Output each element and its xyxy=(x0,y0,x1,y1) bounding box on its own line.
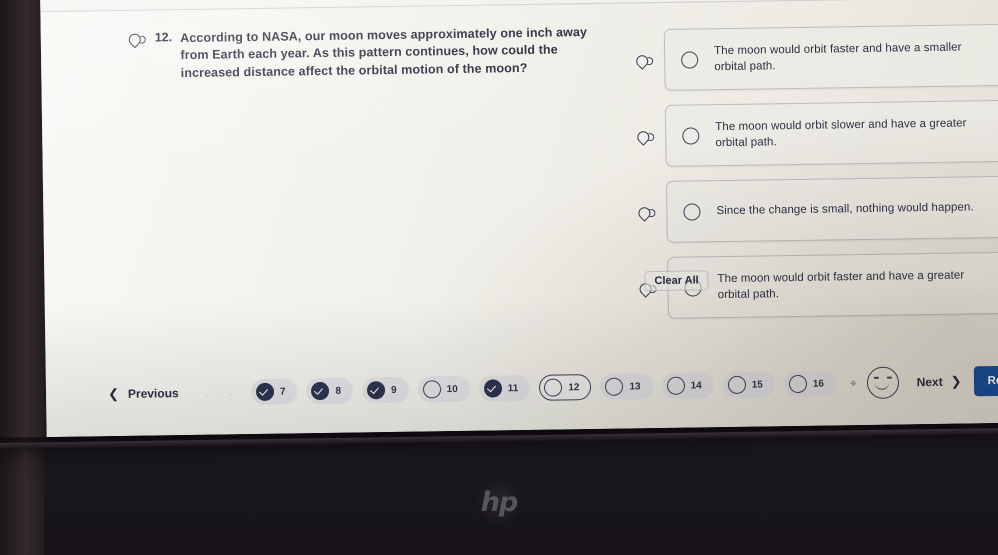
option-row: The moon would orbit faster and have a s… xyxy=(636,23,998,91)
page-label: 14 xyxy=(690,379,702,392)
pagination-ellipsis: . . . xyxy=(204,386,236,399)
page-label: 10 xyxy=(446,383,458,395)
page-item-10[interactable]: 10 xyxy=(417,375,470,403)
laptop-photo: Add note Question Guide Exit Te 12. Acco… xyxy=(0,0,998,555)
page-item-12[interactable]: 12 xyxy=(539,374,592,401)
radio-button[interactable] xyxy=(681,50,699,69)
pagination: 7 8 9 10 11 12 13 14 15 16 xyxy=(250,370,837,406)
answer-option-label: The moon would orbit slower and have a g… xyxy=(715,117,967,150)
page-status-icon xyxy=(788,374,807,394)
review-and-submit-button[interactable]: Review & S xyxy=(973,365,998,397)
page-status-icon xyxy=(727,375,746,395)
page-status-icon xyxy=(311,381,330,401)
page-label: 9 xyxy=(390,384,397,396)
text-cursor-icon[interactable]: ⌖ xyxy=(850,376,857,391)
smiley-icon[interactable] xyxy=(866,366,899,399)
answer-option-label: The moon would orbit faster and have a g… xyxy=(717,269,965,302)
next-label: Next xyxy=(916,374,943,390)
question-navigation-bar: ❮ Previous . . . 7 8 9 10 11 12 13 14 15… xyxy=(46,351,998,426)
answer-option-1[interactable]: The moon would orbit faster and have a s… xyxy=(663,23,998,91)
laptop-screen-wrap: Add note Question Guide Exit Te 12. Acco… xyxy=(0,0,998,438)
clear-all-button[interactable]: Clear All xyxy=(644,270,709,292)
page-status-icon xyxy=(666,376,685,395)
answer-option-3[interactable]: Since the change is small, nothing would… xyxy=(665,175,998,243)
page-item-14[interactable]: 14 xyxy=(661,372,714,399)
page-status-icon xyxy=(366,381,386,400)
page-item-13[interactable]: 13 xyxy=(600,373,653,400)
smiley-eye-left xyxy=(873,376,879,379)
page-label: 11 xyxy=(507,382,519,394)
page-label: 16 xyxy=(812,378,824,390)
page-status-icon xyxy=(422,380,441,399)
next-button[interactable]: Next ❯ xyxy=(917,374,962,391)
radio-button[interactable] xyxy=(682,126,700,145)
page-item-16[interactable]: 16 xyxy=(783,370,837,398)
option-row: The moon would orbit slower and have a g… xyxy=(637,99,998,167)
page-label: 13 xyxy=(629,380,641,392)
page-item-8[interactable]: 8 xyxy=(306,377,354,405)
read-aloud-icon[interactable] xyxy=(637,130,655,144)
question-text: According to NASA, our moon moves approx… xyxy=(180,25,588,80)
read-aloud-icon[interactable] xyxy=(129,33,147,47)
question-block: 12. According to NASA, our moon moves ap… xyxy=(129,24,600,83)
page-item-11[interactable]: 11 xyxy=(478,374,531,402)
page-label: 7 xyxy=(279,386,286,398)
question-content: 12. According to NASA, our moon moves ap… xyxy=(40,0,998,359)
page-label: 12 xyxy=(568,381,580,393)
page-status-icon xyxy=(544,378,563,397)
smiley-mouth xyxy=(874,380,889,390)
read-aloud-icon[interactable] xyxy=(638,206,656,220)
page-status-icon xyxy=(483,379,502,398)
previous-label: Previous xyxy=(127,386,179,401)
question-number: 12. xyxy=(154,30,173,45)
page-item-9[interactable]: 9 xyxy=(361,376,409,404)
page-label: 8 xyxy=(335,385,342,397)
page-item-15[interactable]: 15 xyxy=(722,371,775,399)
answer-option-label: The moon would orbit faster and have a s… xyxy=(713,41,962,74)
chevron-right-icon: ❯ xyxy=(950,373,962,389)
chevron-left-icon: ❮ xyxy=(107,386,120,402)
page-status-icon xyxy=(605,377,624,396)
option-row: Since the change is small, nothing would… xyxy=(638,175,998,243)
page-label: 15 xyxy=(751,378,763,391)
page-status-icon xyxy=(255,382,275,402)
radio-button[interactable] xyxy=(683,202,701,221)
laptop-screen: Add note Question Guide Exit Te 12. Acco… xyxy=(40,0,998,438)
answer-option-label: Since the change is small, nothing would… xyxy=(716,201,974,218)
page-item-7[interactable]: 7 xyxy=(250,378,298,406)
read-aloud-icon[interactable] xyxy=(636,54,654,68)
smiley-eye-right xyxy=(886,376,892,379)
answer-option-4[interactable]: The moon would orbit faster and have a g… xyxy=(667,251,998,319)
answer-option-2[interactable]: The moon would orbit slower and have a g… xyxy=(664,99,998,167)
hp-logo: hp xyxy=(475,478,523,526)
previous-button[interactable]: ❮ Previous xyxy=(108,385,179,402)
